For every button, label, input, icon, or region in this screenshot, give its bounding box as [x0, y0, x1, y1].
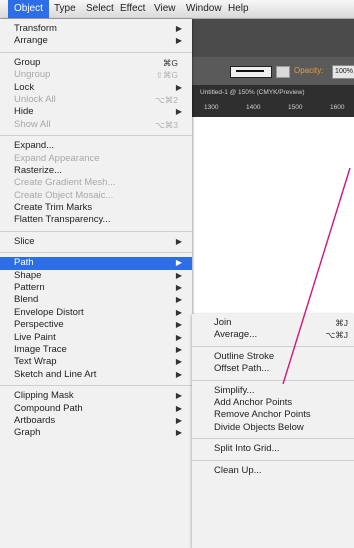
annotation-pointer-line: [282, 167, 351, 385]
